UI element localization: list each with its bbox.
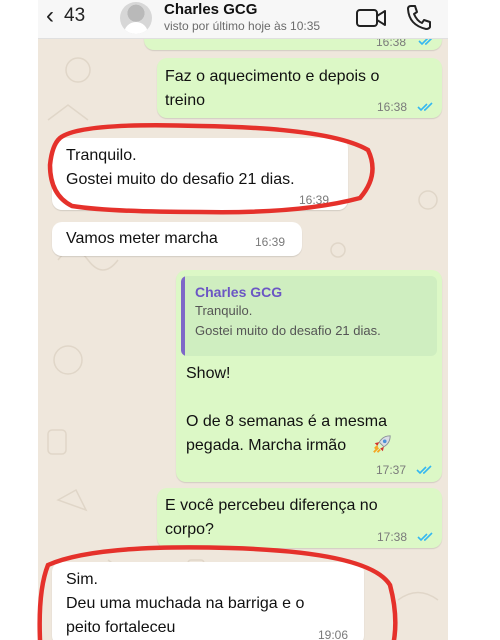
last-seen-status: visto por último hoje às 10:35 (164, 19, 321, 33)
message-time: 16:39 (255, 235, 286, 249)
phone-icon[interactable] (405, 3, 431, 31)
quote-text: Tranquilo. Gostei muito do desafio 21 di… (195, 303, 381, 338)
message-time: 16:38 (377, 100, 408, 114)
read-ticks-icon (416, 465, 432, 475)
rocket-emoji-icon (373, 435, 391, 453)
message-bubble-outgoing[interactable]: E você percebeu diferença no corpo? 17:3… (157, 488, 442, 548)
message-time: 19:06 (318, 628, 349, 640)
read-ticks-icon (417, 102, 433, 112)
avatar[interactable] (120, 2, 152, 34)
message-time: 17:37 (376, 463, 407, 477)
chat-screen: ‹ 43 Charles GCG visto por último hoje à… (38, 0, 448, 640)
back-chevron-icon[interactable]: ‹ (46, 4, 54, 28)
message-bubble-incoming[interactable]: Sim. Deu uma muchada na barriga e o peit… (52, 562, 364, 640)
message-time: 17:38 (377, 530, 408, 544)
video-camera-icon[interactable] (355, 6, 387, 30)
quoted-reply[interactable]: Charles GCG Tranquilo. Gostei muito do d… (181, 276, 437, 356)
message-bubble-outgoing[interactable]: Faz o aquecimento e depois o treino 16:3… (157, 58, 442, 118)
contact-name[interactable]: Charles GCG (164, 1, 257, 18)
message-text: Tranquilo. Gostei muito do desafio 21 di… (66, 147, 295, 188)
message-text: Show! O de 8 semanas é a mesma pegada. M… (186, 365, 387, 454)
message-time: 16:39 (299, 193, 330, 207)
read-ticks-icon (417, 532, 433, 542)
message-bubble-outgoing[interactable]: Charles GCG Tranquilo. Gostei muito do d… (176, 270, 442, 482)
message-text: E você percebeu diferença no corpo? (165, 497, 378, 538)
unread-count[interactable]: 43 (64, 5, 85, 27)
message-bubble-incoming[interactable]: Tranquilo. Gostei muito do desafio 21 di… (52, 138, 348, 210)
message-text: Faz o aquecimento e depois o treino (165, 68, 380, 109)
chat-header: ‹ 43 Charles GCG visto por último hoje à… (38, 0, 448, 39)
message-bubble-incoming[interactable]: Vamos meter marcha 16:39 (52, 222, 302, 256)
message-text: Sim. Deu uma muchada na barriga e o peit… (66, 571, 305, 636)
quote-accent-bar (181, 276, 185, 356)
message-text: Vamos meter marcha (66, 230, 218, 247)
